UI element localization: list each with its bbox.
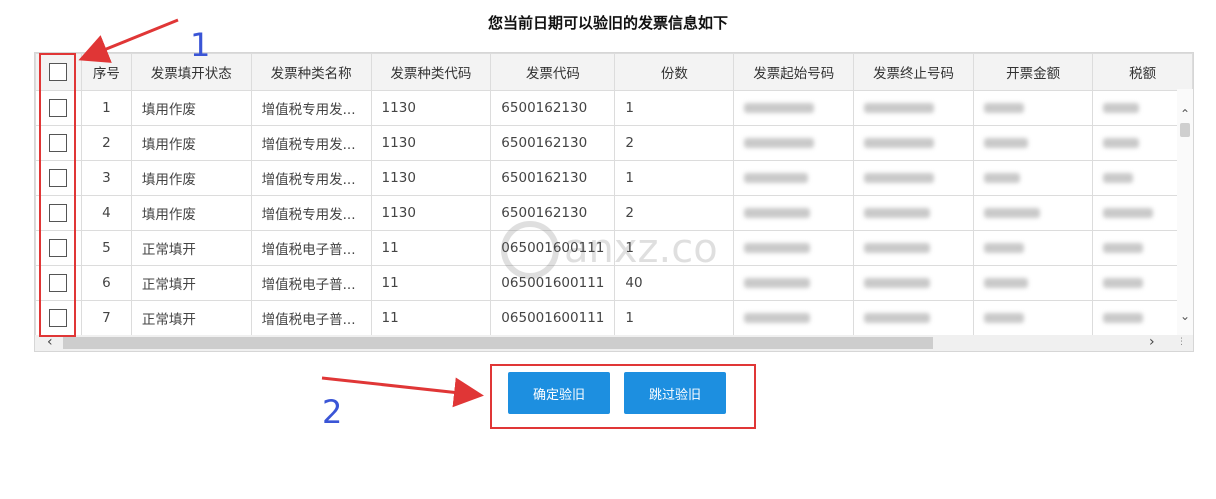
type-name-cell: 增值税专用发... — [250, 90, 372, 126]
type-code-cell: 1130 — [370, 125, 492, 161]
status-cell: 正常填开 — [130, 300, 252, 336]
table-row[interactable]: 3 填用作废 增值税专用发... 1130 6500162130 1 — [35, 160, 1193, 196]
count-cell: 2 — [614, 125, 735, 161]
type-name-cell: 增值税电子普... — [250, 265, 372, 301]
count-cell: 1 — [614, 90, 735, 126]
type-code-cell: 1130 — [370, 90, 492, 126]
redacted-value — [733, 90, 855, 126]
redacted-value — [853, 300, 974, 336]
column-header[interactable]: 序号 — [80, 53, 132, 91]
annotation-number-1: 1 — [190, 26, 211, 64]
redacted-value — [972, 160, 1094, 196]
watermark-logo: anxz.com — [501, 221, 720, 279]
count-cell: 1 — [614, 160, 735, 196]
type-name-cell: 增值税专用发... — [250, 195, 372, 231]
status-cell: 正常填开 — [130, 265, 252, 301]
annotation-number-2: 2 — [322, 393, 343, 431]
redacted-value — [733, 160, 855, 196]
row-index: 3 — [80, 160, 132, 196]
type-name-cell: 增值税电子普... — [250, 230, 372, 266]
table-row[interactable]: 1 填用作废 增值税专用发... 1130 6500162130 1 — [35, 90, 1193, 126]
invoice-code-cell: 6500162130 — [490, 160, 616, 196]
chevron-up-icon[interactable]: ⌃ — [1177, 107, 1193, 121]
redacted-value — [972, 125, 1094, 161]
redacted-value — [733, 300, 855, 336]
column-header[interactable]: 发票种类名称 — [250, 53, 372, 91]
horizontal-scrollbar[interactable]: ‹ › ⋮ — [35, 334, 1193, 351]
type-code-cell: 11 — [370, 230, 492, 266]
row-index: 4 — [80, 195, 132, 231]
row-index: 2 — [80, 125, 132, 161]
type-code-cell: 11 — [370, 300, 492, 336]
type-name-cell: 增值税电子普... — [250, 300, 372, 336]
redacted-value — [972, 195, 1094, 231]
column-header[interactable]: 发票代码 — [490, 53, 616, 91]
vertical-scroll-thumb[interactable] — [1180, 123, 1190, 137]
column-header[interactable]: 开票金额 — [972, 53, 1094, 91]
resize-grip-icon[interactable]: ⋮ — [1177, 337, 1186, 347]
redacted-value — [733, 125, 855, 161]
invoice-code-cell: 6500162130 — [490, 90, 616, 126]
horizontal-scroll-thumb[interactable] — [63, 337, 933, 349]
arrow-to-buttons — [321, 376, 484, 408]
chevron-down-icon[interactable]: ⌄ — [1177, 309, 1193, 323]
redacted-value — [972, 90, 1094, 126]
column-header[interactable]: 发票起始号码 — [733, 53, 855, 91]
row-index: 5 — [80, 230, 132, 266]
skip-button[interactable]: 跳过验旧 — [624, 372, 726, 414]
redacted-value — [853, 90, 974, 126]
count-cell: 1 — [614, 300, 735, 336]
chevron-right-icon[interactable]: › — [1149, 334, 1155, 350]
redacted-value — [853, 125, 974, 161]
row-index: 6 — [80, 265, 132, 301]
type-name-cell: 增值税专用发... — [250, 125, 372, 161]
svg-text:anxz.com: anxz.com — [564, 226, 720, 272]
status-cell: 正常填开 — [130, 230, 252, 266]
redacted-value — [733, 265, 855, 301]
redacted-value — [972, 230, 1094, 266]
page-title: 您当前日期可以验旧的发票信息如下 — [487, 14, 728, 32]
confirm-button[interactable]: 确定验旧 — [508, 372, 610, 414]
redacted-value — [972, 265, 1094, 301]
row-index: 1 — [80, 90, 132, 126]
vertical-scrollbar[interactable]: ⌃ ⌄ — [1177, 89, 1193, 335]
type-name-cell: 增值税专用发... — [250, 160, 372, 196]
redacted-value — [853, 195, 974, 231]
table-row[interactable]: 7 正常填开 增值税电子普... 11 065001600111 1 — [35, 300, 1193, 336]
invoice-table: 序号 发票填开状态 发票种类名称 发票种类代码 发票代码 份数 发票起始号码 发… — [34, 52, 1194, 352]
table-row[interactable]: 2 填用作废 增值税专用发... 1130 6500162130 2 — [35, 125, 1193, 161]
invoice-code-cell: 065001600111 — [490, 300, 616, 336]
status-cell: 填用作废 — [130, 195, 252, 231]
invoice-code-cell: 6500162130 — [490, 125, 616, 161]
redacted-value — [733, 195, 855, 231]
type-code-cell: 1130 — [370, 195, 492, 231]
column-header[interactable]: 税额 — [1092, 53, 1193, 91]
redacted-value — [972, 300, 1094, 336]
redacted-value — [853, 160, 974, 196]
checkbox-column-highlight — [39, 53, 76, 337]
status-cell: 填用作废 — [130, 160, 252, 196]
status-cell: 填用作废 — [130, 125, 252, 161]
type-code-cell: 11 — [370, 265, 492, 301]
column-header[interactable]: 份数 — [614, 53, 735, 91]
column-header[interactable]: 发票终止号码 — [853, 53, 974, 91]
column-header[interactable]: 发票种类代码 — [370, 53, 492, 91]
row-index: 7 — [80, 300, 132, 336]
redacted-value — [853, 230, 974, 266]
redacted-value — [853, 265, 974, 301]
type-code-cell: 1130 — [370, 160, 492, 196]
status-cell: 填用作废 — [130, 90, 252, 126]
redacted-value — [733, 230, 855, 266]
